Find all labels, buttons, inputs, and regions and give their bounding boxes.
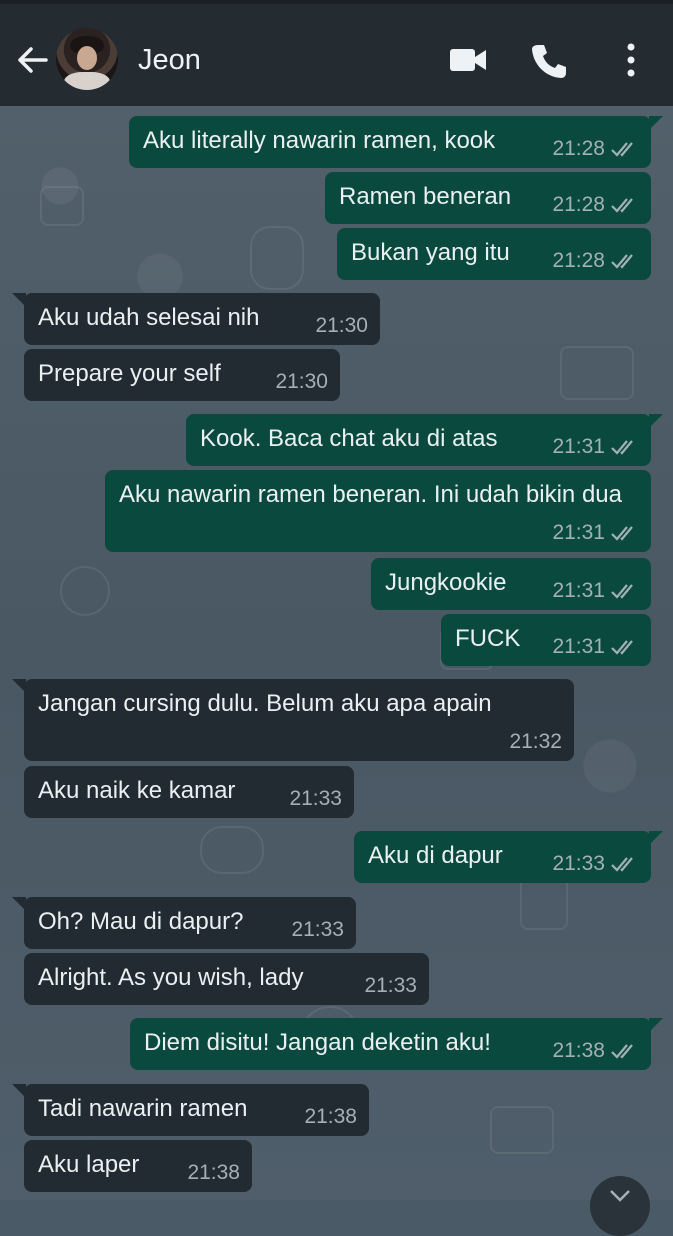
message-time: 21:38 [187, 1161, 240, 1184]
message-time: 21:30 [315, 314, 368, 337]
message-bubble-incoming[interactable]: Tadi nawarin ramen 21:38 [12, 1084, 369, 1136]
avatar[interactable] [56, 28, 118, 90]
message-meta: 21:28 [552, 134, 639, 164]
message-time: 21:31 [552, 579, 605, 602]
message-bubble-outgoing[interactable]: Jungkookie 21:31 [371, 558, 651, 610]
message-bubble-incoming[interactable]: Aku laper 21:38 [24, 1140, 252, 1192]
message-bubble-incoming[interactable]: Oh? Mau di dapur? 21:33 [12, 897, 356, 949]
wallpaper-doodle [250, 226, 304, 290]
message-bubble-outgoing[interactable]: Aku di dapur 21:33 [354, 831, 663, 883]
double-check-read-icon [611, 857, 633, 872]
message-meta: 21:28 [552, 190, 639, 220]
back-arrow-icon[interactable] [16, 44, 48, 76]
wallpaper-doodle [560, 346, 634, 400]
message-meta: 21:31 [552, 518, 639, 548]
message-time: 21:28 [552, 193, 605, 216]
message-bubble-outgoing[interactable]: Aku nawarin ramen beneran. Ini udah biki… [105, 470, 651, 552]
double-check-read-icon [611, 142, 633, 157]
message-bubble-incoming[interactable]: Jangan cursing dulu. Belum aku apa apain… [12, 679, 574, 761]
message-time: 21:31 [552, 521, 605, 544]
message-meta: 21:38 [304, 1102, 357, 1132]
message-bubble-outgoing[interactable]: Diem disitu! Jangan deketin aku! 21:38 [130, 1018, 663, 1070]
contact-name[interactable]: Jeon [138, 44, 201, 77]
double-check-read-icon [611, 640, 633, 655]
message-bubble-outgoing[interactable]: Ramen beneran 21:28 [325, 172, 651, 224]
message-time: 21:33 [291, 918, 344, 941]
message-meta: 21:38 [552, 1036, 639, 1066]
double-check-read-icon [611, 254, 633, 269]
message-meta: 21:33 [289, 784, 342, 814]
message-bubble-incoming[interactable]: Prepare your self 21:30 [24, 349, 340, 401]
message-text: Aku nawarin ramen beneran. Ini udah biki… [119, 481, 622, 508]
message-time: 21:32 [509, 730, 562, 753]
message-meta: 21:30 [275, 367, 328, 397]
double-check-read-icon [611, 526, 633, 541]
message-bubble-incoming[interactable]: Aku naik ke kamar 21:33 [24, 766, 354, 818]
message-meta: 21:28 [552, 246, 639, 276]
message-time: 21:31 [552, 435, 605, 458]
message-bubble-outgoing[interactable]: Bukan yang itu 21:28 [337, 228, 651, 280]
wallpaper-doodle [200, 826, 264, 874]
message-bubble-outgoing[interactable]: Aku literally nawarin ramen, kook 21:28 [129, 116, 663, 168]
wallpaper-doodle [490, 1106, 554, 1154]
wallpaper-doodle [40, 186, 84, 226]
message-meta: 21:31 [552, 432, 639, 462]
message-time: 21:31 [552, 635, 605, 658]
message-meta: 21:33 [291, 915, 344, 945]
message-meta: 21:31 [552, 632, 639, 662]
message-time: 21:38 [552, 1039, 605, 1062]
message-bubble-incoming[interactable]: Aku udah selesai nih 21:30 [12, 293, 380, 345]
double-check-read-icon [611, 584, 633, 599]
message-meta: 21:33 [364, 971, 417, 1001]
double-check-read-icon [611, 1044, 633, 1059]
message-meta: 21:33 [552, 849, 639, 879]
avatar-face [77, 46, 97, 70]
phone-call-icon[interactable] [530, 43, 568, 79]
scroll-to-bottom-button[interactable] [590, 1176, 650, 1236]
avatar-body [64, 72, 110, 90]
message-time: 21:28 [552, 137, 605, 160]
message-text: Jangan cursing dulu. Belum aku apa apain [38, 690, 492, 717]
message-time: 21:33 [289, 787, 342, 810]
wallpaper-doodle [60, 566, 110, 616]
message-time: 21:30 [275, 370, 328, 393]
message-time: 21:33 [364, 974, 417, 997]
chat-header: Jeon [0, 0, 673, 106]
message-time: 21:28 [552, 249, 605, 272]
message-text: Alright. As you wish, lady [38, 964, 304, 991]
message-time: 21:33 [552, 852, 605, 875]
chevron-down-icon [610, 1190, 630, 1202]
message-meta: 21:32 [509, 727, 562, 757]
message-bubble-incoming[interactable]: Alright. As you wish, lady 21:33 [24, 953, 429, 1005]
more-options-icon[interactable] [620, 42, 642, 78]
message-time: 21:38 [304, 1105, 357, 1128]
message-meta: 21:31 [552, 576, 639, 606]
double-check-read-icon [611, 198, 633, 213]
message-meta: 21:38 [187, 1158, 240, 1188]
message-bubble-outgoing[interactable]: Kook. Baca chat aku di atas 21:31 [186, 414, 663, 466]
video-call-icon[interactable] [449, 46, 487, 74]
message-meta: 21:30 [315, 311, 368, 341]
message-bubble-outgoing[interactable]: FUCK 21:31 [441, 614, 651, 666]
double-check-read-icon [611, 440, 633, 455]
